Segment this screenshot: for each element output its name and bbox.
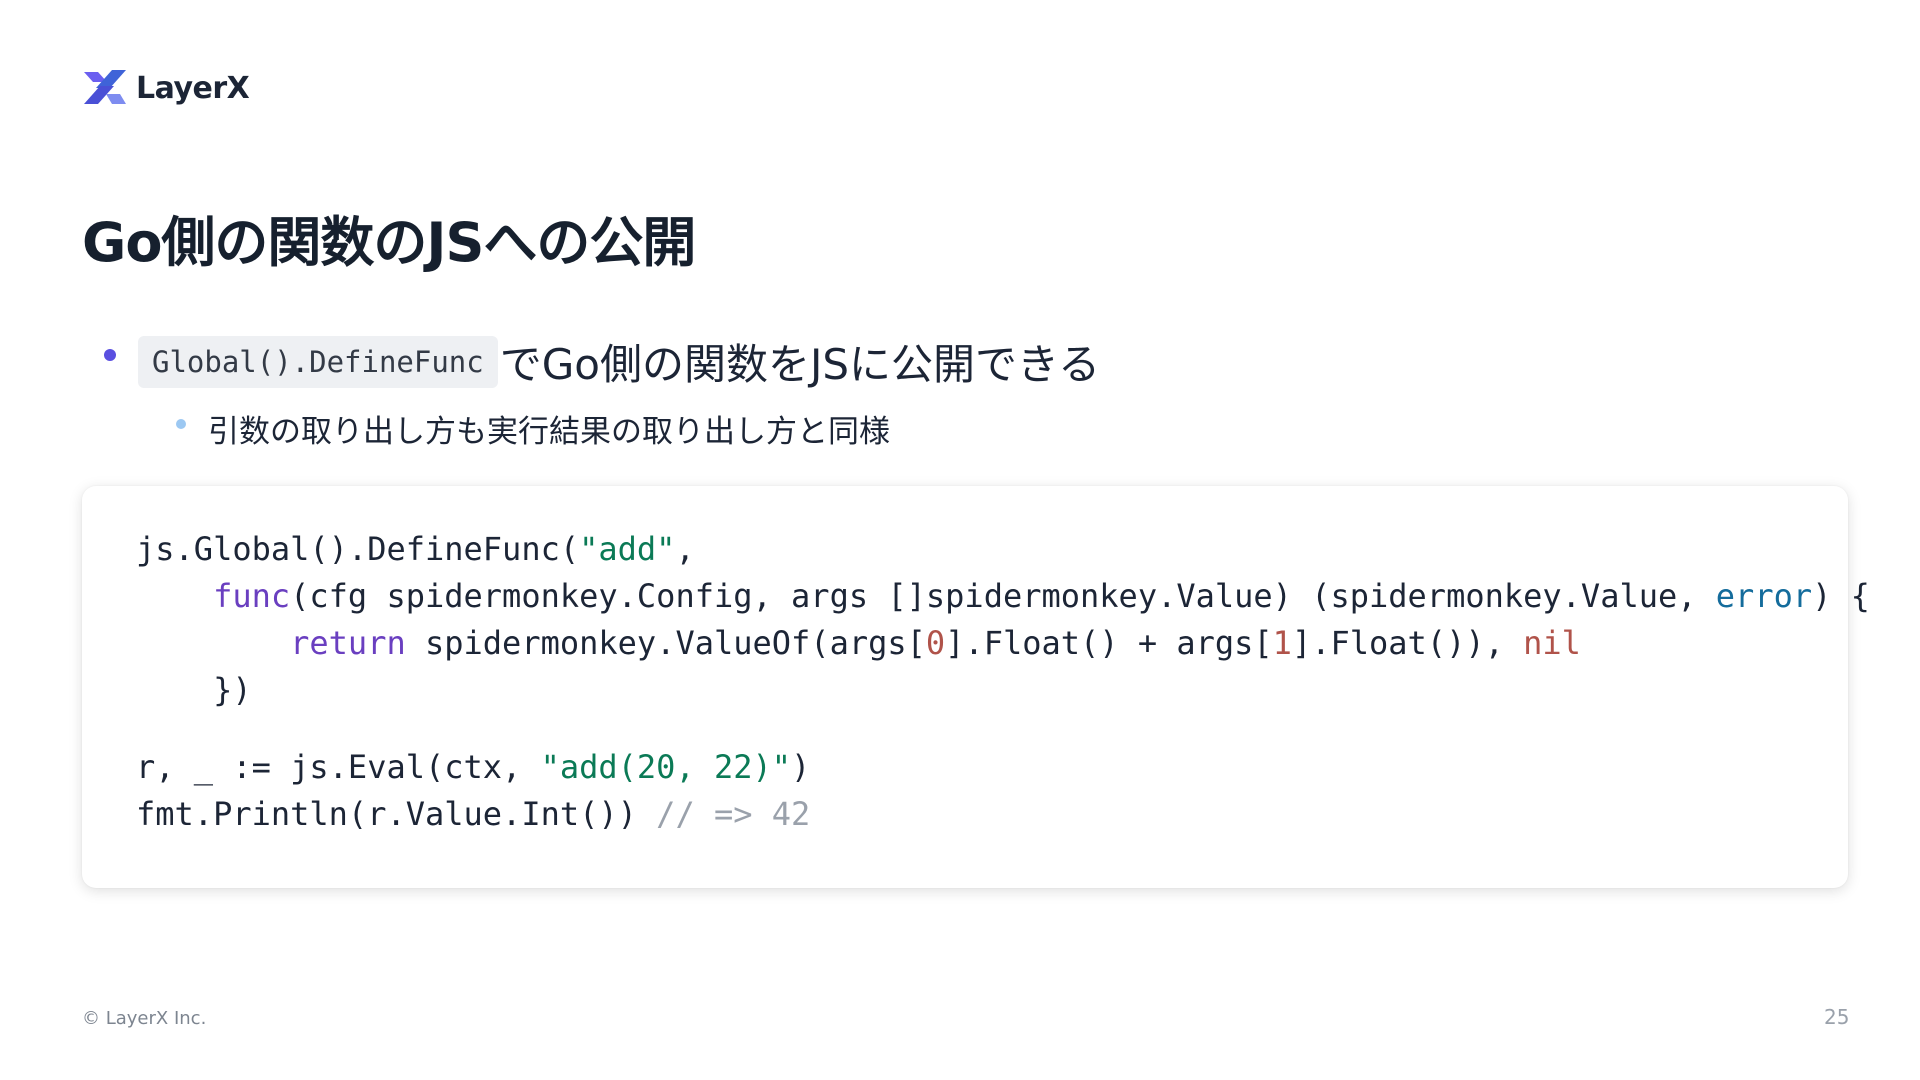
code-plain: ) (791, 748, 811, 786)
code-keyword: func (213, 577, 291, 615)
bullet-text: でGo側の関数をJSに公開できる (499, 340, 1101, 389)
bullet-item: Global().DefineFunc でGo側の関数をJSに公開できる (104, 331, 1100, 392)
code-plain: ].Float() + args[ (945, 624, 1273, 662)
brand-name: LayerX (136, 70, 250, 106)
code-line-1: js.Global().DefineFunc("add", (136, 526, 1848, 573)
code-line-5: r, _ := js.Eval(ctx, "add(20, 22)") (136, 744, 1848, 791)
code-number: 1 (1272, 624, 1292, 662)
code-plain: }) (213, 671, 252, 709)
code-keyword: return (290, 624, 406, 662)
code-plain: , (675, 530, 695, 568)
code-plain: r, _ := js.Eval(ctx, (136, 748, 541, 786)
layerx-logo-icon (84, 70, 126, 106)
code-string: "add(20, 22)" (540, 748, 792, 786)
code-literal: nil (1523, 624, 1581, 662)
code-plain: fmt.Println(r.Value.Int()) (136, 795, 657, 833)
sub-bullet-dot (176, 418, 186, 429)
code-plain: js.Global().DefineFunc( (136, 530, 580, 568)
code-string: "add" (579, 530, 676, 568)
page-number: 25 (1824, 1005, 1850, 1029)
code-plain: ].Float()), (1291, 624, 1524, 662)
code-plain: (cfg spidermonkey.Config, args []spiderm… (290, 577, 1716, 615)
code-number: 0 (925, 624, 946, 662)
code-plain: ) { (1812, 577, 1870, 615)
code-type: error (1715, 577, 1813, 615)
code-block: js.Global().DefineFunc("add", func(cfg s… (82, 486, 1870, 888)
code-plain: spidermonkey.ValueOf(args[ (405, 624, 926, 662)
sub-bullet-text: 引数の取り出し方も実行結果の取り出し方と同様 (208, 414, 890, 450)
code-line-3: return spidermonkey.ValueOf(args[0].Floa… (136, 620, 1848, 667)
code-line-2: func(cfg spidermonkey.Config, args []spi… (136, 573, 1870, 620)
bullet-dot (104, 348, 116, 361)
slide-title: Go側の関数のJSへの公開 (82, 211, 696, 274)
brand-logo: LayerX (84, 70, 250, 106)
code-line-6: fmt.Println(r.Value.Int()) // => 42 (136, 791, 1848, 838)
inline-code: Global().DefineFunc (138, 335, 498, 388)
sub-bullet-item: 引数の取り出し方も実行結果の取り出し方と同様 (176, 406, 890, 451)
code-comment: // => 42 (656, 795, 811, 833)
code-line-4: }) (136, 667, 1848, 714)
footer-copyright: © LayerX Inc. (82, 1008, 207, 1029)
